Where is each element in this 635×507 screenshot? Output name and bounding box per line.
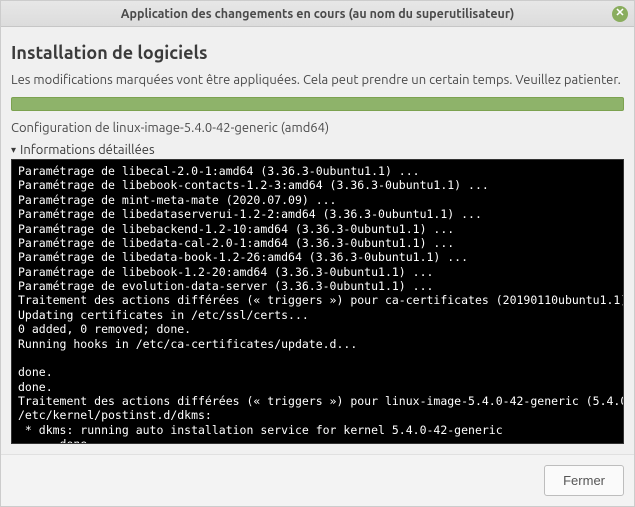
- dialog-footer: Fermer: [1, 454, 634, 506]
- dialog-content: Installation de logiciels Les modificati…: [1, 27, 634, 454]
- chevron-down-icon: ▾: [11, 145, 16, 155]
- window-title: Application des changements en cours (au…: [121, 7, 515, 21]
- progress-bar: [11, 97, 624, 111]
- details-expander[interactable]: ▾ Informations détaillées: [11, 143, 624, 157]
- titlebar: Application des changements en cours (au…: [1, 1, 634, 27]
- close-button[interactable]: Fermer: [544, 465, 624, 496]
- description-text: Les modifications marquées vont être app…: [11, 73, 624, 87]
- terminal-output: Paramétrage de libecal-2.0-1:amd64 (3.36…: [11, 159, 624, 444]
- expander-label: Informations détaillées: [20, 143, 155, 157]
- close-icon[interactable]: ✕: [612, 6, 628, 22]
- page-title: Installation de logiciels: [11, 43, 624, 63]
- current-step-label: Configuration de linux-image-5.4.0-42-ge…: [11, 121, 624, 135]
